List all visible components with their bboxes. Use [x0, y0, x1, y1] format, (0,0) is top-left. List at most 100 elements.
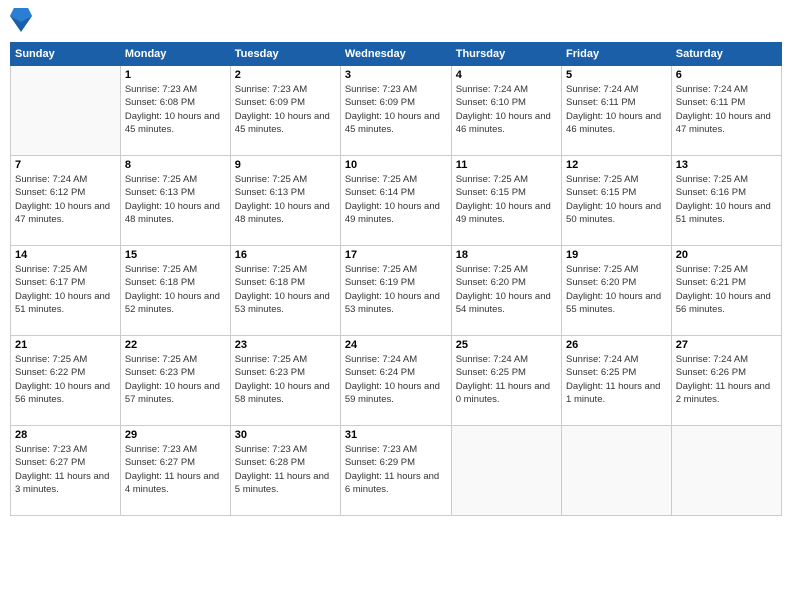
day-info: Sunrise: 7:24 AMSunset: 6:11 PMDaylight:… — [676, 83, 777, 136]
day-number: 2 — [235, 69, 336, 81]
day-info: Sunrise: 7:23 AMSunset: 6:08 PMDaylight:… — [125, 83, 226, 136]
day-info: Sunrise: 7:23 AMSunset: 6:28 PMDaylight:… — [235, 443, 336, 496]
page-container: SundayMondayTuesdayWednesdayThursdayFrid… — [0, 0, 792, 612]
day-number: 29 — [125, 429, 226, 441]
day-number: 3 — [345, 69, 447, 81]
day-info: Sunrise: 7:25 AMSunset: 6:15 PMDaylight:… — [456, 173, 557, 226]
week-row-1: 1 Sunrise: 7:23 AMSunset: 6:08 PMDaylight… — [11, 66, 782, 156]
day-cell — [671, 426, 781, 516]
day-cell: 6 Sunrise: 7:24 AMSunset: 6:11 PMDaylight… — [671, 66, 781, 156]
day-number: 22 — [125, 339, 226, 351]
day-cell: 20 Sunrise: 7:25 AMSunset: 6:21 PMDayligh… — [671, 246, 781, 336]
col-header-sunday: Sunday — [11, 43, 121, 66]
day-info: Sunrise: 7:25 AMSunset: 6:14 PMDaylight:… — [345, 173, 447, 226]
day-info: Sunrise: 7:25 AMSunset: 6:15 PMDaylight:… — [566, 173, 667, 226]
day-number: 19 — [566, 249, 667, 261]
day-cell: 16 Sunrise: 7:25 AMSunset: 6:18 PMDayligh… — [230, 246, 340, 336]
day-cell: 28 Sunrise: 7:23 AMSunset: 6:27 PMDayligh… — [11, 426, 121, 516]
day-cell: 18 Sunrise: 7:25 AMSunset: 6:20 PMDayligh… — [451, 246, 561, 336]
day-number: 9 — [235, 159, 336, 171]
day-info: Sunrise: 7:25 AMSunset: 6:17 PMDaylight:… — [15, 263, 116, 316]
day-info: Sunrise: 7:25 AMSunset: 6:13 PMDaylight:… — [235, 173, 336, 226]
day-cell — [451, 426, 561, 516]
col-header-thursday: Thursday — [451, 43, 561, 66]
week-row-4: 21 Sunrise: 7:25 AMSunset: 6:22 PMDayligh… — [11, 336, 782, 426]
day-cell: 15 Sunrise: 7:25 AMSunset: 6:18 PMDayligh… — [120, 246, 230, 336]
col-header-tuesday: Tuesday — [230, 43, 340, 66]
day-number: 15 — [125, 249, 226, 261]
day-info: Sunrise: 7:23 AMSunset: 6:29 PMDaylight:… — [345, 443, 447, 496]
day-number: 11 — [456, 159, 557, 171]
day-info: Sunrise: 7:25 AMSunset: 6:20 PMDaylight:… — [566, 263, 667, 316]
day-info: Sunrise: 7:25 AMSunset: 6:18 PMDaylight:… — [235, 263, 336, 316]
day-number: 21 — [15, 339, 116, 351]
day-cell: 2 Sunrise: 7:23 AMSunset: 6:09 PMDaylight… — [230, 66, 340, 156]
day-number: 14 — [15, 249, 116, 261]
day-info: Sunrise: 7:24 AMSunset: 6:24 PMDaylight:… — [345, 353, 447, 406]
col-header-friday: Friday — [562, 43, 672, 66]
col-header-saturday: Saturday — [671, 43, 781, 66]
day-number: 16 — [235, 249, 336, 261]
day-cell: 7 Sunrise: 7:24 AMSunset: 6:12 PMDaylight… — [11, 156, 121, 246]
day-number: 17 — [345, 249, 447, 261]
col-header-monday: Monday — [120, 43, 230, 66]
day-cell: 19 Sunrise: 7:25 AMSunset: 6:20 PMDayligh… — [562, 246, 672, 336]
day-cell: 26 Sunrise: 7:24 AMSunset: 6:25 PMDayligh… — [562, 336, 672, 426]
day-info: Sunrise: 7:25 AMSunset: 6:23 PMDaylight:… — [125, 353, 226, 406]
day-cell: 4Sunrise: 7:24 AMSunset: 6:10 PMDaylight… — [451, 66, 561, 156]
day-number: 5 — [566, 69, 667, 81]
day-cell: 3Sunrise: 7:23 AMSunset: 6:09 PMDaylight… — [340, 66, 451, 156]
day-info: Sunrise: 7:24 AMSunset: 6:25 PMDaylight:… — [566, 353, 667, 406]
day-info: Sunrise: 7:25 AMSunset: 6:20 PMDaylight:… — [456, 263, 557, 316]
day-info: Sunrise: 7:25 AMSunset: 6:16 PMDaylight:… — [676, 173, 777, 226]
day-number: 7 — [15, 159, 116, 171]
day-cell: 12 Sunrise: 7:25 AMSunset: 6:15 PMDayligh… — [562, 156, 672, 246]
day-info: Sunrise: 7:23 AMSunset: 6:09 PMDaylight:… — [235, 83, 336, 136]
day-cell — [562, 426, 672, 516]
day-number: 18 — [456, 249, 557, 261]
day-number: 27 — [676, 339, 777, 351]
day-cell: 9 Sunrise: 7:25 AMSunset: 6:13 PMDaylight… — [230, 156, 340, 246]
day-number: 26 — [566, 339, 667, 351]
day-number: 10 — [345, 159, 447, 171]
day-number: 6 — [676, 69, 777, 81]
day-cell: 1 Sunrise: 7:23 AMSunset: 6:08 PMDaylight… — [120, 66, 230, 156]
day-number: 30 — [235, 429, 336, 441]
day-number: 12 — [566, 159, 667, 171]
day-number: 1 — [125, 69, 226, 81]
day-info: Sunrise: 7:25 AMSunset: 6:18 PMDaylight:… — [125, 263, 226, 316]
day-cell: 24Sunrise: 7:24 AMSunset: 6:24 PMDayligh… — [340, 336, 451, 426]
day-cell: 22 Sunrise: 7:25 AMSunset: 6:23 PMDayligh… — [120, 336, 230, 426]
day-number: 23 — [235, 339, 336, 351]
day-info: Sunrise: 7:25 AMSunset: 6:22 PMDaylight:… — [15, 353, 116, 406]
header — [10, 10, 782, 34]
day-cell: 27 Sunrise: 7:24 AMSunset: 6:26 PMDayligh… — [671, 336, 781, 426]
day-info: Sunrise: 7:24 AMSunset: 6:12 PMDaylight:… — [15, 173, 116, 226]
day-number: 28 — [15, 429, 116, 441]
day-cell: 31Sunrise: 7:23 AMSunset: 6:29 PMDayligh… — [340, 426, 451, 516]
day-info: Sunrise: 7:24 AMSunset: 6:26 PMDaylight:… — [676, 353, 777, 406]
day-number: 20 — [676, 249, 777, 261]
calendar-header-row: SundayMondayTuesdayWednesdayThursdayFrid… — [11, 43, 782, 66]
day-info: Sunrise: 7:24 AMSunset: 6:25 PMDaylight:… — [456, 353, 557, 406]
day-info: Sunrise: 7:23 AMSunset: 6:27 PMDaylight:… — [125, 443, 226, 496]
day-cell: 25Sunrise: 7:24 AMSunset: 6:25 PMDayligh… — [451, 336, 561, 426]
day-info: Sunrise: 7:25 AMSunset: 6:13 PMDaylight:… — [125, 173, 226, 226]
day-cell: 11 Sunrise: 7:25 AMSunset: 6:15 PMDayligh… — [451, 156, 561, 246]
day-number: 4 — [456, 69, 557, 81]
day-info: Sunrise: 7:25 AMSunset: 6:23 PMDaylight:… — [235, 353, 336, 406]
week-row-5: 28 Sunrise: 7:23 AMSunset: 6:27 PMDayligh… — [11, 426, 782, 516]
day-cell — [11, 66, 121, 156]
day-cell: 5Sunrise: 7:24 AMSunset: 6:11 PMDaylight… — [562, 66, 672, 156]
calendar-table: SundayMondayTuesdayWednesdayThursdayFrid… — [10, 42, 782, 516]
day-info: Sunrise: 7:25 AMSunset: 6:21 PMDaylight:… — [676, 263, 777, 316]
day-cell: 17Sunrise: 7:25 AMSunset: 6:19 PMDayligh… — [340, 246, 451, 336]
logo — [10, 10, 34, 34]
day-cell: 21 Sunrise: 7:25 AMSunset: 6:22 PMDayligh… — [11, 336, 121, 426]
day-cell: 10 Sunrise: 7:25 AMSunset: 6:14 PMDayligh… — [340, 156, 451, 246]
day-info: Sunrise: 7:23 AMSunset: 6:27 PMDaylight:… — [15, 443, 116, 496]
week-row-3: 14 Sunrise: 7:25 AMSunset: 6:17 PMDayligh… — [11, 246, 782, 336]
day-cell: 14 Sunrise: 7:25 AMSunset: 6:17 PMDayligh… — [11, 246, 121, 336]
col-header-wednesday: Wednesday — [340, 43, 451, 66]
day-cell: 8Sunrise: 7:25 AMSunset: 6:13 PMDaylight… — [120, 156, 230, 246]
